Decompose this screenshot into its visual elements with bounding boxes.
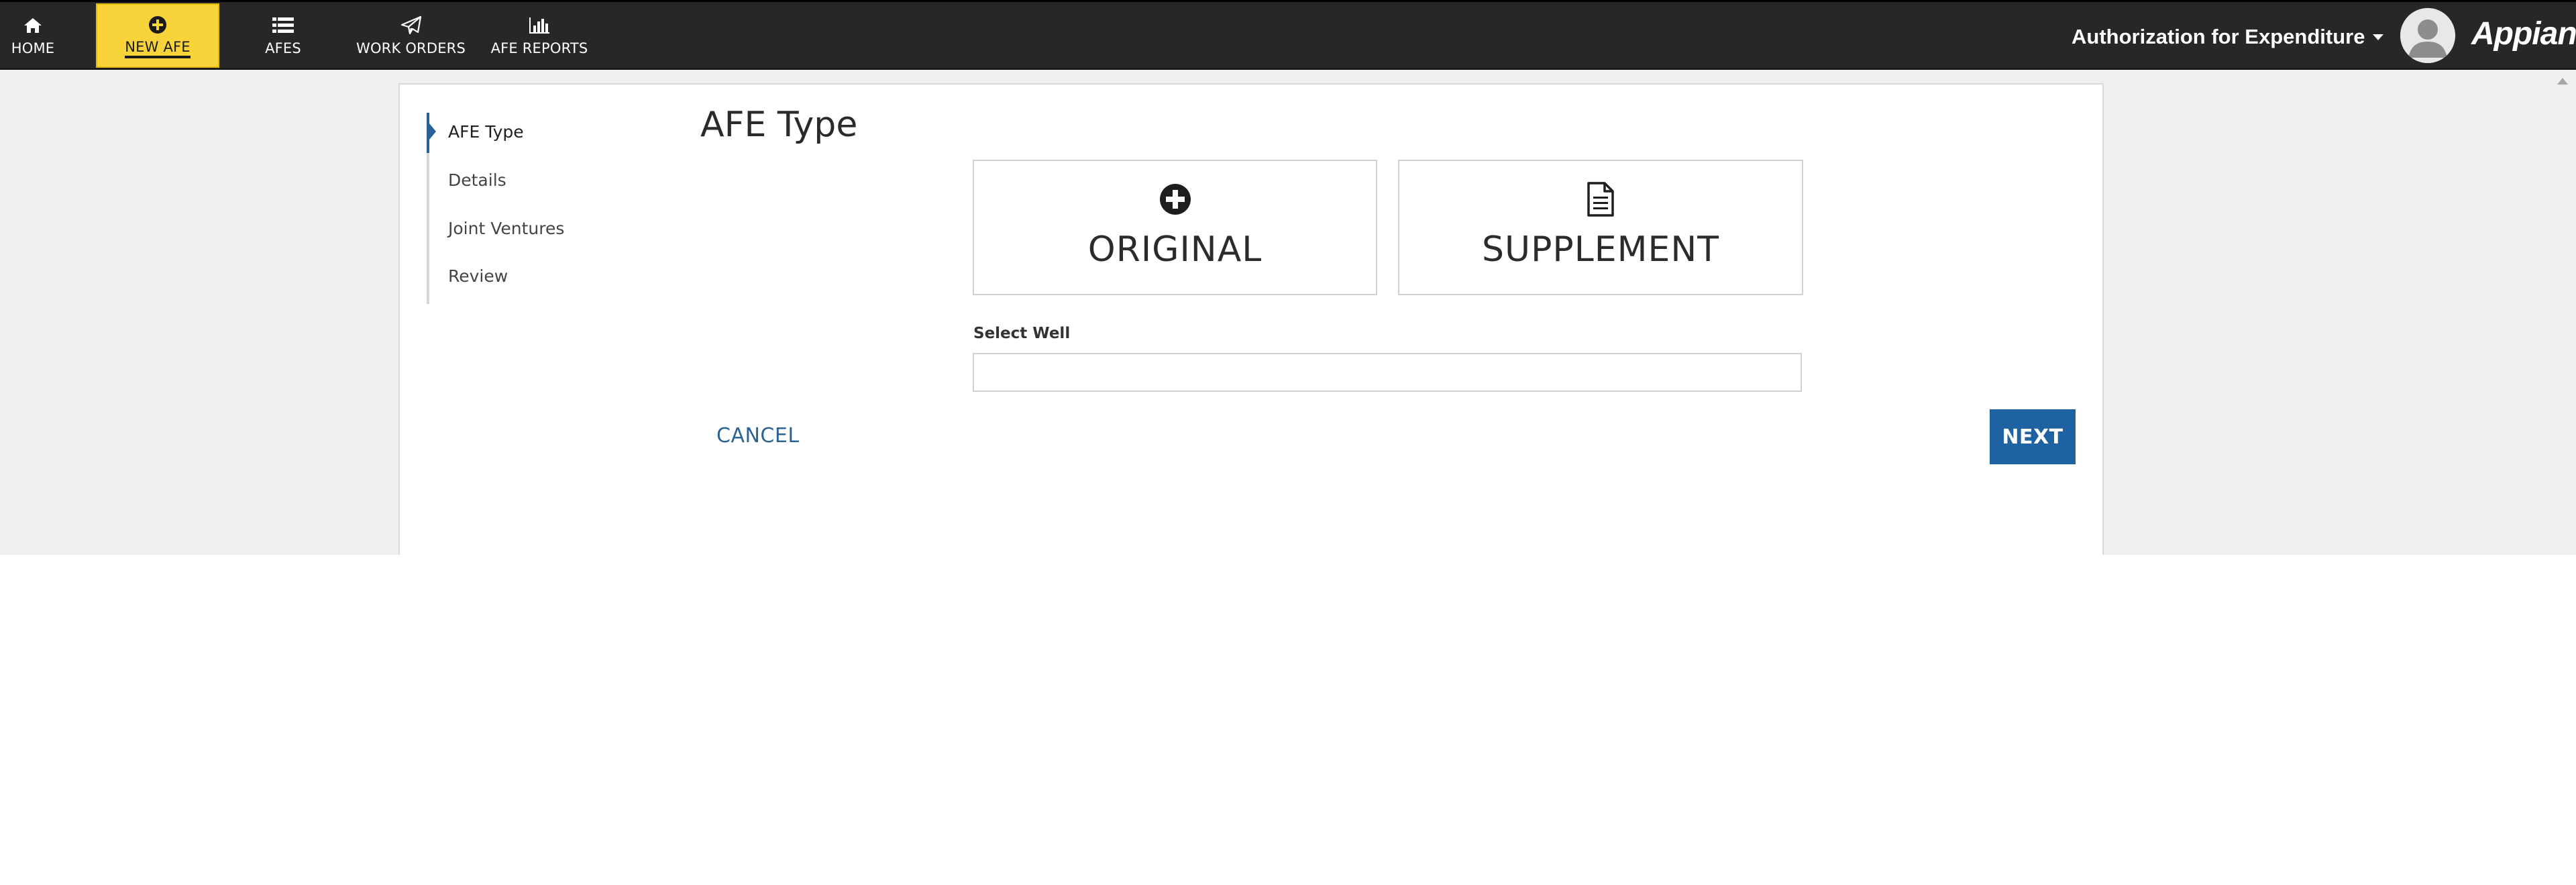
new-afe-form-card: AFE Type Details Joint Ventures Review A…	[398, 83, 2104, 555]
user-silhouette-icon	[2400, 8, 2455, 63]
afe-type-supplement-label: SUPPLEMENT	[1482, 229, 1719, 270]
document-icon	[1586, 181, 1615, 217]
plus-circle-icon	[148, 13, 167, 37]
next-button[interactable]: NEXT	[1990, 409, 2076, 464]
nav-new-afe[interactable]: NEW AFE	[96, 3, 219, 68]
select-well-input[interactable]	[973, 353, 1802, 392]
home-icon	[23, 13, 43, 38]
step-afe-type[interactable]: AFE Type	[448, 122, 524, 142]
nav-afe-reports-label: AFE REPORTS	[490, 40, 588, 56]
scroll-up-arrow-icon[interactable]	[2557, 78, 2568, 85]
select-well-label: Select Well	[973, 325, 1071, 342]
afe-type-original-label: ORIGINAL	[1087, 229, 1263, 270]
afe-type-original-tile[interactable]: ORIGINAL	[973, 160, 1377, 295]
afe-type-supplement-tile[interactable]: SUPPLEMENT	[1398, 160, 1803, 295]
user-avatar[interactable]	[2400, 8, 2455, 63]
bar-chart-icon	[528, 13, 551, 38]
caret-down-icon	[2373, 34, 2384, 40]
nav-work-orders[interactable]: WORK ORDERS	[349, 2, 473, 68]
app-title: Authorization for Expenditure	[2072, 25, 2365, 48]
nav-afe-reports[interactable]: AFE REPORTS	[486, 2, 593, 68]
paper-plane-icon	[400, 13, 422, 38]
nav-afes-label: AFES	[265, 40, 301, 56]
appian-logo: Appian	[2471, 16, 2576, 52]
list-icon	[272, 13, 294, 38]
nav-home[interactable]: HOME	[0, 2, 66, 68]
nav-home-label: HOME	[11, 40, 55, 56]
step-details[interactable]: Details	[448, 170, 506, 190]
step-joint-ventures[interactable]: Joint Ventures	[448, 219, 564, 238]
current-step-arrow-icon	[429, 123, 436, 140]
nav-new-afe-label: NEW AFE	[125, 38, 191, 58]
page-title: AFE Type	[700, 105, 858, 145]
top-navigation-bar: HOME NEW AFE AFES WORK ORDERS AFE REPORT…	[0, 0, 2576, 70]
cancel-button[interactable]: CANCEL	[716, 424, 800, 448]
nav-work-orders-label: WORK ORDERS	[356, 40, 466, 56]
nav-afes[interactable]: AFES	[250, 2, 317, 68]
app-switcher[interactable]: Authorization for Expenditure	[2072, 21, 2384, 53]
plus-circle-icon	[1159, 181, 1192, 217]
step-review[interactable]: Review	[448, 266, 508, 286]
